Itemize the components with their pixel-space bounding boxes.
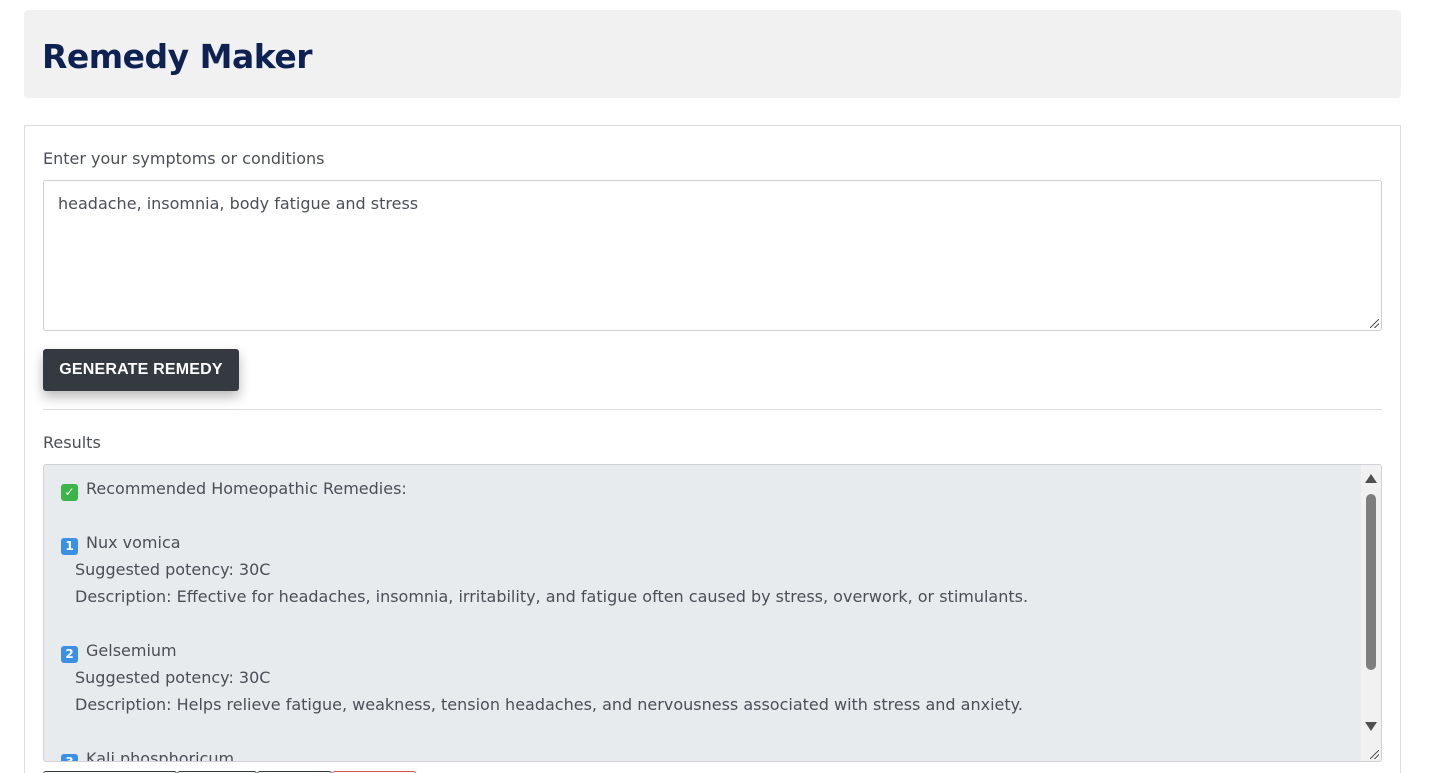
number-3-icon: 3	[61, 754, 78, 761]
check-mark-icon: ✓	[61, 484, 78, 501]
remedy-3-name: Kali phosphoricum	[86, 749, 235, 762]
textarea-resize-handle[interactable]	[1370, 319, 1379, 328]
remedy-1-description: Description: Effective for headaches, in…	[75, 587, 1029, 606]
scroll-down-arrow-icon[interactable]	[1365, 722, 1377, 731]
results-heading-line: ✓ Recommended Homeopathic Remedies:	[61, 475, 1359, 502]
number-2-icon: 2	[61, 646, 78, 663]
remedy-1-name-line: 1 Nux vomica	[61, 529, 1359, 556]
symptoms-textarea[interactable]: headache, insomnia, body fatigue and str…	[43, 180, 1382, 331]
results-heading: Recommended Homeopathic Remedies:	[86, 479, 407, 498]
section-divider	[43, 409, 1382, 410]
remedy-2-potency: Suggested potency: 30C	[75, 668, 271, 687]
results-label: Results	[43, 433, 101, 452]
results-content: ✓ Recommended Homeopathic Remedies: 1 Nux …	[61, 475, 1359, 762]
symptoms-label: Enter your symptoms or conditions	[43, 149, 325, 168]
scrollbar-thumb[interactable]	[1366, 494, 1376, 670]
symptoms-text: headache, insomnia, body fatigue and str…	[58, 194, 419, 213]
generate-remedy-button[interactable]: GENERATE REMEDY	[43, 349, 239, 391]
remedy-form-card: Enter your symptoms or conditions headac…	[24, 125, 1401, 773]
remedy-2-name: Gelsemium	[86, 641, 177, 660]
remedy-1-potency: Suggested potency: 30C	[75, 560, 271, 579]
remedy-2-name-line: 2 Gelsemium	[61, 637, 1359, 664]
page-title: Remedy Maker	[42, 37, 313, 76]
results-textarea[interactable]: ✓ Recommended Homeopathic Remedies: 1 Nux …	[43, 464, 1382, 762]
number-1-icon: 1	[61, 538, 78, 555]
results-resize-handle[interactable]	[1370, 750, 1379, 759]
scroll-up-arrow-icon[interactable]	[1365, 474, 1377, 483]
remedy-1-name: Nux vomica	[86, 533, 181, 552]
results-scrollbar[interactable]	[1361, 465, 1381, 761]
page-header: Remedy Maker	[24, 10, 1401, 98]
remedy-2-description: Description: Helps relieve fatigue, weak…	[75, 695, 1023, 714]
remedy-3-name-line: 3 Kali phosphoricum	[61, 745, 1359, 762]
